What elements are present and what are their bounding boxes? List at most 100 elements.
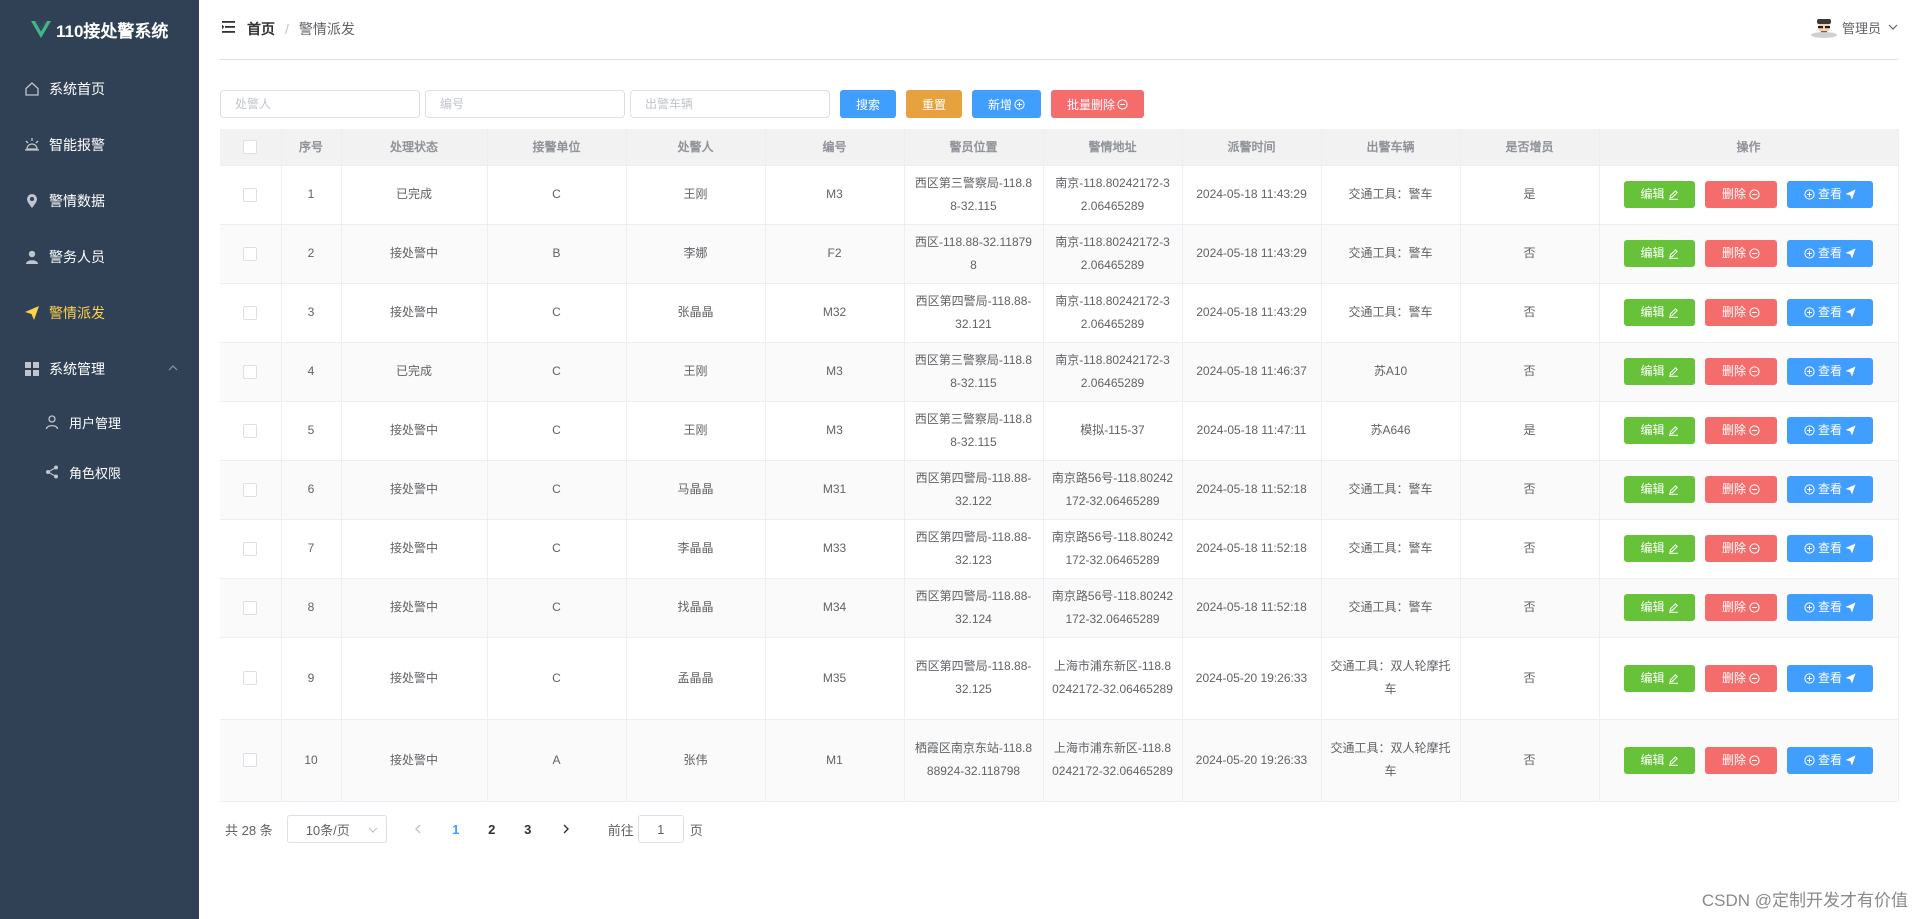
column-header: 处理状态: [341, 129, 488, 166]
delete-button[interactable]: 删除: [1705, 664, 1777, 692]
cell-vehicle: 苏A646: [1321, 401, 1461, 461]
chevron-down-icon: [1888, 24, 1898, 30]
sidebar-item-dispatch[interactable]: 警情派发: [0, 285, 199, 341]
edit-button[interactable]: 编辑: [1624, 476, 1695, 503]
row-checkbox[interactable]: [243, 364, 258, 379]
delete-button[interactable]: 删除: [1705, 476, 1777, 503]
view-button[interactable]: 查看: [1787, 535, 1873, 562]
cell-actions: 编辑 删除 查看: [1599, 519, 1899, 579]
delete-button[interactable]: 删除: [1705, 535, 1777, 562]
next-page-icon[interactable]: [560, 823, 572, 835]
view-button[interactable]: 查看: [1787, 358, 1873, 385]
edit-button[interactable]: 编辑: [1624, 746, 1695, 774]
row-checkbox[interactable]: [243, 246, 258, 261]
sidebar-item-police-staff[interactable]: 警务人员: [0, 229, 199, 285]
app-logo[interactable]: 110接处警系统: [0, 0, 199, 58]
row-checkbox[interactable]: [243, 600, 258, 615]
cell-status: 接处警中: [341, 460, 488, 520]
page-number-2[interactable]: 2: [474, 822, 510, 837]
breadcrumb-home[interactable]: 首页: [247, 19, 275, 39]
delete-button[interactable]: 删除: [1705, 746, 1777, 774]
view-button[interactable]: 查看: [1787, 476, 1873, 503]
cell-no: 1: [281, 165, 342, 225]
view-button[interactable]: 查看: [1787, 594, 1873, 621]
table-row: 5 接处警中 C 王刚 M3 西区第三警察局-118.88-32.115 模拟-…: [220, 401, 1899, 461]
delete-button[interactable]: 删除: [1705, 299, 1777, 326]
delete-button[interactable]: 删除: [1705, 240, 1777, 267]
edit-button[interactable]: 编辑: [1624, 299, 1695, 326]
edit-button[interactable]: 编辑: [1624, 240, 1695, 267]
column-header: 序号: [281, 129, 342, 166]
search-button[interactable]: 搜索: [840, 90, 896, 118]
cell-code: M3: [765, 342, 905, 402]
row-checkbox[interactable]: [243, 671, 258, 686]
view-button[interactable]: 查看: [1787, 746, 1873, 774]
view-button[interactable]: 查看: [1787, 299, 1873, 326]
sidebar-item-smart-alarm[interactable]: 智能报警: [0, 117, 199, 173]
handler-search-input[interactable]: [220, 90, 420, 118]
cell-address: 南京-118.80242172-32.06465289: [1043, 224, 1183, 284]
page-number-1[interactable]: 1: [438, 822, 474, 837]
row-checkbox[interactable]: [243, 482, 258, 497]
row-checkbox[interactable]: [243, 753, 258, 768]
sidebar-item-user-management[interactable]: 用户管理: [0, 397, 199, 447]
view-button[interactable]: 查看: [1787, 417, 1873, 444]
cell-address: 南京-118.80242172-32.06465289: [1043, 283, 1183, 343]
delete-button[interactable]: 删除: [1705, 181, 1777, 208]
send-icon: [1845, 484, 1856, 495]
delete-button[interactable]: 删除: [1705, 594, 1777, 621]
delete-button[interactable]: 删除: [1705, 358, 1777, 385]
view-button[interactable]: 查看: [1787, 240, 1873, 267]
edit-button[interactable]: 编辑: [1624, 594, 1695, 621]
table-body: 1 已完成 C 王刚 M3 西区第三警察局-118.88-32.115 南京-1…: [220, 165, 1899, 802]
prev-page-icon[interactable]: [412, 823, 424, 835]
sidebar-item-home[interactable]: 系统首页: [0, 61, 199, 117]
page-jump-input[interactable]: [637, 815, 684, 843]
view-button-label: 查看: [1817, 482, 1842, 496]
sidebar-item-alert-data[interactable]: 警情数据: [0, 173, 199, 229]
sidebar-item-role-permissions[interactable]: 角色权限: [0, 447, 199, 497]
cell-unit: C: [487, 637, 627, 720]
page-size-select[interactable]: 10条/页: [286, 815, 387, 843]
menu-fold-icon[interactable]: [222, 21, 235, 33]
edit-button[interactable]: 编辑: [1624, 417, 1695, 444]
batch-delete-button[interactable]: 批量删除: [1051, 90, 1144, 118]
page-number-3[interactable]: 3: [510, 822, 546, 837]
row-checkbox[interactable]: [243, 423, 258, 438]
column-header: 警情地址: [1043, 129, 1183, 166]
sidebar-item-system-management[interactable]: 系统管理: [0, 341, 199, 397]
edit-button[interactable]: 编辑: [1624, 664, 1695, 692]
view-button[interactable]: 查看: [1787, 181, 1873, 208]
cell-reinforce: 否: [1460, 460, 1600, 520]
cell-handler: 王刚: [626, 165, 766, 225]
add-button[interactable]: 新增: [972, 90, 1041, 118]
view-button[interactable]: 查看: [1787, 664, 1873, 692]
cell-actions: 编辑 删除 查看: [1599, 637, 1899, 720]
edit-button[interactable]: 编辑: [1624, 535, 1695, 562]
cell-position: 西区第三警察局-118.88-32.115: [904, 401, 1044, 461]
number-search-input[interactable]: [425, 90, 625, 118]
cell-no: 5: [281, 401, 342, 461]
cell-position: 西区第三警察局-118.88-32.115: [904, 165, 1044, 225]
column-header: 编号: [765, 129, 905, 166]
edit-button[interactable]: 编辑: [1624, 181, 1695, 208]
cell-actions: 编辑 删除 查看: [1599, 342, 1899, 402]
vehicle-search-input[interactable]: [630, 90, 830, 118]
sidebar-item-label: 警情派发: [49, 305, 105, 321]
cell-handler: 王刚: [626, 401, 766, 461]
user-outline-icon: [44, 414, 60, 430]
reset-button[interactable]: 重置: [906, 90, 962, 118]
row-select-cell: [220, 637, 282, 720]
user-dropdown[interactable]: 管理员: [1810, 16, 1898, 38]
edit-button[interactable]: 编辑: [1624, 358, 1695, 385]
circle-minus-icon: [1749, 602, 1760, 613]
row-select-cell: [220, 224, 282, 284]
cell-time: 2024-05-18 11:43:29: [1182, 224, 1322, 284]
sidebar-item-label: 系统首页: [49, 81, 105, 97]
row-checkbox[interactable]: [243, 305, 258, 320]
table-row: 4 已完成 C 王刚 M3 西区第三警察局-118.88-32.115 南京-1…: [220, 342, 1899, 402]
row-checkbox[interactable]: [243, 541, 258, 556]
delete-button[interactable]: 删除: [1705, 417, 1777, 444]
select-all-checkbox[interactable]: [243, 140, 258, 155]
row-checkbox[interactable]: [243, 187, 258, 202]
